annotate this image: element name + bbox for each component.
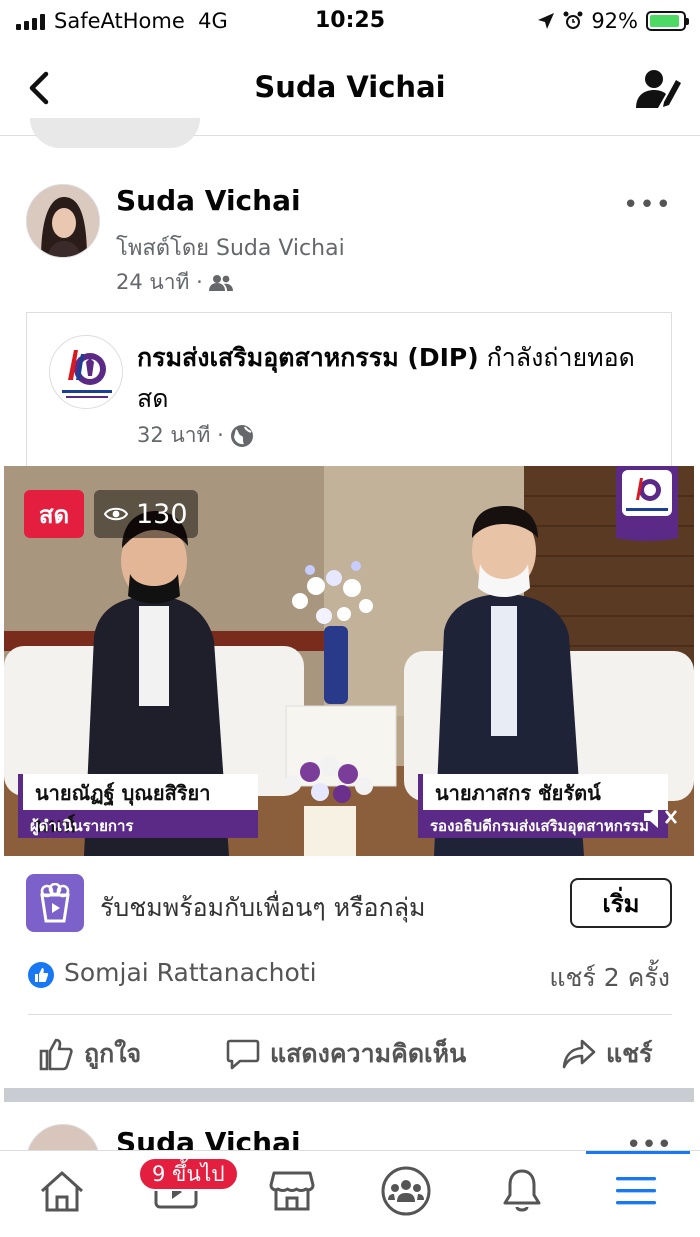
host-name: นายณัฏฐ์ บุณยสิริยานนท์ [18,774,258,837]
live-badge: สด [24,490,84,538]
posted-by-label: โพสต์โดย Suda Vichai [116,236,345,261]
live-video-player[interactable]: สด 130 นายณัฏฐ์ บุณยสิริยานนท์ ผู้ดำเนิน… [4,466,694,856]
groups-icon[interactable] [376,1165,436,1217]
marketplace-icon[interactable] [262,1165,322,1217]
battery-fill [650,15,680,27]
comment-label: แสดงความคิดเห็น [270,1039,467,1068]
share-button[interactable]: แชร์ [562,1034,653,1074]
menu-icon[interactable] [606,1165,666,1217]
avatar[interactable] [26,184,100,258]
dip-logo[interactable] [49,335,123,409]
story-pill-fragment [30,118,200,148]
page-name-link[interactable]: กรมส่งเสริมอุตสาหกรรม (DIP) [137,343,479,372]
share-count[interactable]: แชร์ 2 ครั้ง [549,958,670,998]
bell-icon[interactable] [492,1165,552,1217]
guest-name: นายภาสกร ชัยรัตน์ [418,774,668,810]
shared-meta: 32 นาที · [137,419,254,452]
like-button[interactable]: ถูกใจ [38,1034,141,1074]
shared-time: 32 นาที · [137,423,224,447]
shared-title: กรมส่งเสริมอุตสาหกรรม (DIP) กำลังถ่ายทอด… [137,337,657,419]
host-role: ผู้ดำเนินรายการ [18,810,258,838]
shared-live-card[interactable]: กรมส่งเสริมอุตสาหกรรม (DIP) กำลังถ่ายทอด… [26,312,672,468]
location-arrow-icon [538,13,555,29]
guest-role: รองอธิบดีกรมส่งเสริมอุตสาหกรรม [418,810,668,838]
like-label: ถูกใจ [84,1039,142,1068]
post-time: 24 นาที · [116,270,203,294]
status-bar: SafeAtHome 4G 10:25 92% [0,0,700,46]
post-meta: 24 นาที · [116,266,233,299]
feed-separator [4,1088,694,1102]
comment-icon [226,1039,260,1070]
friends-icon [208,274,233,291]
mute-icon[interactable] [642,804,682,830]
home-icon[interactable] [32,1165,92,1217]
watch-party-row: รับชมพร้อมกับเพื่อนๆ หรือกลุ่ม เริ่ม [0,860,700,956]
page-title: Suda Vichai [254,70,446,104]
status-right: 92% [537,9,689,33]
viewer-count-badge: 130 [94,490,198,538]
bottom-tab-bar: 9 ขึ้นไป [0,1150,700,1237]
share-icon [562,1039,596,1069]
lower-third-guest: นายภาสกร ชัยรัตน์ รองอธิบดีกรมส่งเสริมอุ… [418,774,668,844]
share-label: แชร์ [606,1039,653,1068]
viewer-count: 130 [136,498,188,530]
alarm-icon [563,11,583,29]
reactions-row: Somjai Rattanachoti แชร์ 2 ครั้ง [0,948,700,1008]
active-tab-indicator [586,1151,690,1154]
eye-icon [104,507,128,521]
divider [28,1014,672,1015]
battery-icon [646,11,689,31]
lower-third-host: นายณัฏฐ์ บุณยสิริยานนท์ ผู้ดำเนินรายการ [18,774,258,844]
comment-button[interactable]: แสดงความคิดเห็น [226,1034,466,1074]
globe-icon [230,424,253,447]
like-reaction-icon [28,962,54,988]
thumbs-up-icon [39,1038,73,1071]
post-header: Suda Vichai โพสต์โดย Suda Vichai 24 นาที… [0,160,700,310]
profile-edit-icon[interactable] [634,66,682,110]
more-options-icon[interactable]: ••• [623,190,672,220]
watch-party-text: รับชมพร้อมกับเพื่อนๆ หรือกลุ่ม [100,893,426,922]
poster-name[interactable]: Suda Vichai [116,184,301,217]
reactor-name[interactable]: Somjai Rattanachoti [64,958,317,987]
popcorn-icon [26,874,84,932]
video-notification-badge: 9 ขึ้นไป [138,1157,239,1191]
battery-percent: 92% [591,9,638,33]
start-watch-party-button[interactable]: เริ่ม [570,878,672,928]
post-actions: ถูกใจ แสดงความคิดเห็น แชร์ [0,1022,700,1086]
